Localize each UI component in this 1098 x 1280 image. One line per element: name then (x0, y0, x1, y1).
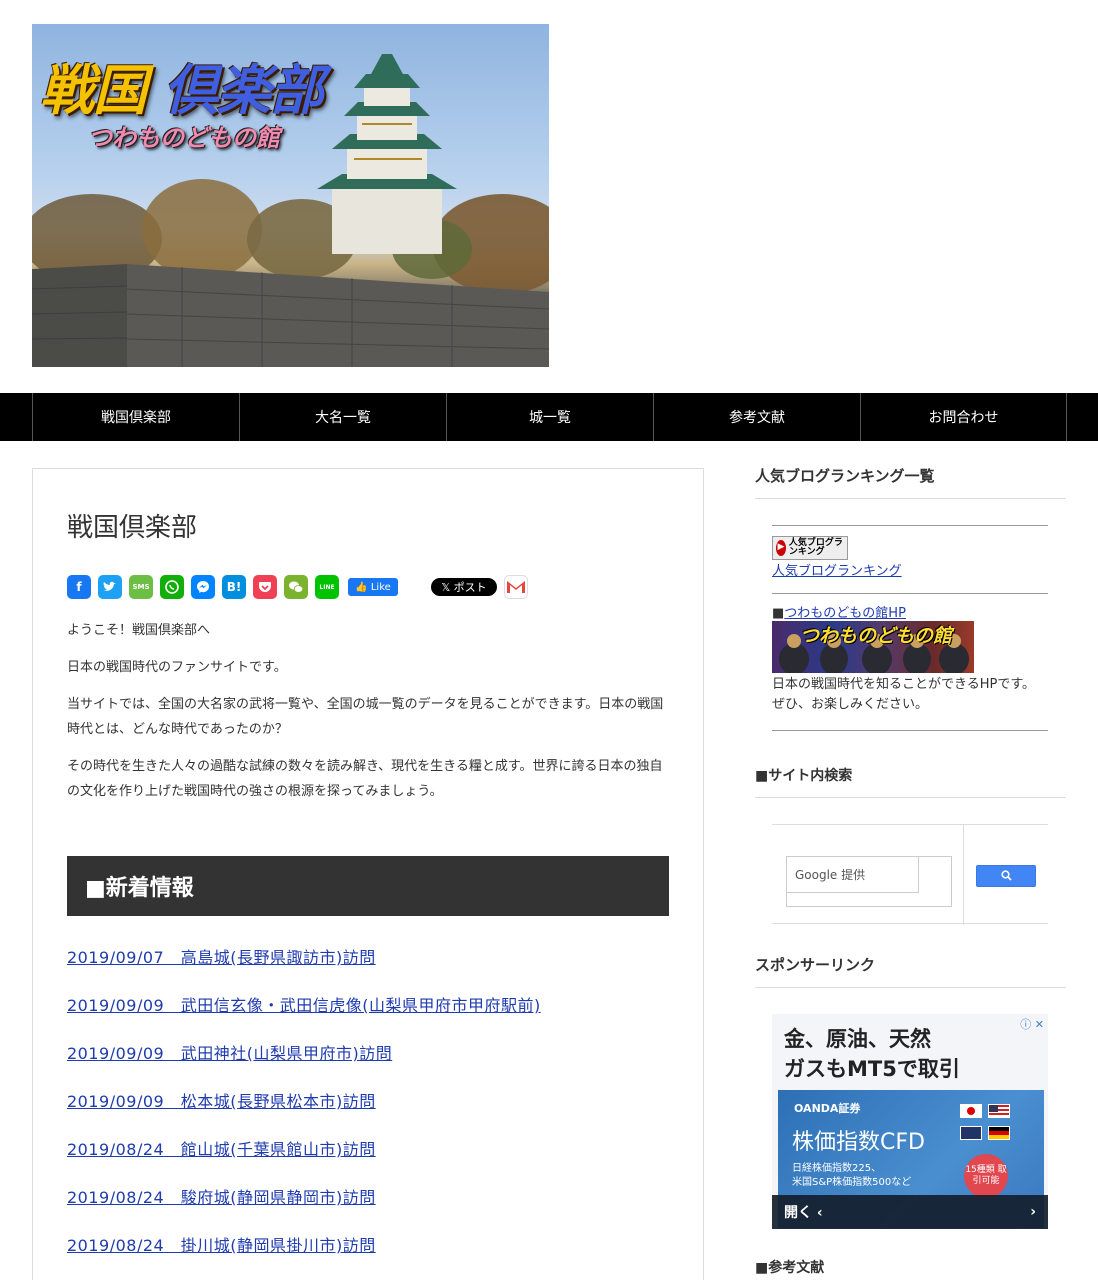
header-banner-image[interactable]: 戦国 倶楽部 つわものどもの館 (32, 24, 549, 367)
share-buttons: f SMS B! LINE 👍 Like 𝕏 ポスト (67, 574, 669, 600)
divider (772, 729, 1048, 731)
wechat-share-icon[interactable] (284, 575, 308, 599)
ad-headline-1: 金、原油、天然 (784, 1026, 931, 1051)
global-nav: 戦国倶楽部 大名一覧 城一覧 参考文献 お問合わせ (0, 393, 1098, 441)
ranking-heading: 人気ブログランキング一覧 (755, 465, 1066, 499)
main-article: 戦国倶楽部 f SMS B! LINE 👍 Like 𝕏 ポスト ようこそ！戦国… (32, 468, 704, 1280)
hp-link[interactable]: つわものどもの館HP (784, 606, 906, 621)
news-list: 2019/09/07 高島城(長野県諏訪市)訪問 2019/09/09 武田信玄… (67, 946, 669, 1280)
divider (963, 824, 964, 925)
thumbs-up-icon: 👍 (355, 581, 371, 593)
logo-part1: 戦国 (40, 59, 147, 122)
like-label: Like (370, 581, 391, 593)
hp-link-row: ■つわものどもの館HP (772, 602, 1048, 621)
germany-flag-icon (988, 1125, 1010, 1140)
search-input[interactable]: Google 提供 (786, 855, 952, 907)
site-search: Google 提供 (772, 823, 1048, 925)
news-heading: ■新着情報 (67, 856, 669, 916)
search-icon (1000, 870, 1012, 881)
gmail-share-icon[interactable] (504, 575, 528, 599)
facebook-like-button[interactable]: 👍 Like (348, 578, 398, 596)
ad-nav-bar: 開く ‹ › (772, 1194, 1048, 1229)
intro-purpose: その時代を生きた人々の過酷な試練の数々を読み解き、現代を生きる糧と成す。世界に誇… (67, 759, 663, 799)
post-label: ポスト (453, 581, 487, 594)
pocket-share-icon[interactable] (253, 575, 277, 599)
news-link[interactable]: 2019/08/24 掛川城(静岡県掛川市)訪問 (67, 1234, 669, 1280)
hp-banner-image[interactable]: つわものどもの館 (772, 620, 974, 673)
search-button[interactable] (976, 864, 1036, 887)
intro-fansite: 日本の戦国時代のファンサイトです。 (67, 660, 287, 675)
divider (772, 592, 1048, 594)
messenger-share-icon[interactable] (191, 575, 215, 599)
hatena-bookmark-icon[interactable]: B! (222, 575, 246, 599)
ranking-badge-wrap: ▶ 人気ブログランキング (772, 534, 1048, 560)
twitter-share-icon[interactable] (98, 575, 122, 599)
divider (772, 525, 1048, 526)
chevron-right-icon[interactable]: › (1030, 1204, 1036, 1220)
sponsored-ad[interactable]: ⓘ ✕ 金、原油、天然 ガスもMT5で取引 OANDA証券 株価指数CFD 日経… (772, 1013, 1048, 1229)
japan-flag-icon (960, 1103, 982, 1118)
ad-subtext: 日経株価指数225、 米国S&P株価指数500など (792, 1162, 911, 1190)
nav-item-references[interactable]: 参考文献 (653, 393, 860, 441)
nav-item-contact[interactable]: お問合わせ (860, 393, 1067, 441)
sponsor-heading: スポンサーリンク (755, 954, 1066, 988)
ranking-logo-icon: ▶ (776, 539, 786, 556)
ad-headline: 金、原油、天然 ガスもMT5で取引 (784, 1024, 960, 1084)
ranking-link-wrap: 人気ブログランキング (772, 560, 1048, 579)
nav-item-home[interactable]: 戦国倶楽部 (32, 393, 239, 441)
ad-bubble: 15種類 取引可能 (964, 1153, 1008, 1198)
line-share-icon[interactable]: LINE (315, 575, 339, 599)
x-logo-icon: 𝕏 (441, 580, 454, 594)
us-flag-icon (988, 1103, 1010, 1118)
ad-sub-2: 米国S&P株価指数500など (792, 1176, 912, 1188)
uk-flag-icon (960, 1125, 982, 1140)
facebook-share-icon[interactable]: f (67, 575, 91, 599)
sidebar: 人気ブログランキング一覧 ▶ 人気ブログランキング 人気ブログランキング ■つわ… (755, 465, 1066, 1280)
news-link[interactable]: 2019/09/09 松本城(長野県松本市)訪問 (67, 1090, 669, 1138)
x-post-button[interactable]: 𝕏 ポスト (431, 578, 497, 596)
sms-share-icon[interactable]: SMS (129, 575, 153, 599)
news-link[interactable]: 2019/09/07 高島城(長野県諏訪市)訪問 (67, 946, 669, 994)
chevron-left-icon: ‹ (816, 1204, 823, 1221)
search-heading: ■サイト内検索 (755, 765, 1066, 798)
ad-brand: OANDA証券 (794, 1101, 861, 1115)
hp-banner-text: つわものどもの館 (800, 624, 953, 647)
ad-info-close-icon[interactable]: ⓘ ✕ (1020, 1016, 1044, 1032)
ad-open-button[interactable]: 開く ‹ (784, 1202, 823, 1222)
logo-part2: 倶楽部 (163, 59, 324, 122)
hp-description: 日本の戦国時代を知ることができるHPです。ぜひ、お楽しみください。 (772, 676, 1036, 712)
ad-title: 株価指数CFD (792, 1129, 925, 1155)
intro-description: 当サイトでは、全国の大名家の武将一覧や、全国の城一覧のデータを見ることができます… (67, 697, 664, 737)
nav-item-daimyo-list[interactable]: 大名一覧 (239, 393, 446, 441)
intro-welcome: ようこそ！戦国倶楽部へ (67, 623, 211, 638)
news-link[interactable]: 2019/09/09 武田信玄像・武田信虎像(山梨県甲府市甲府駅前) (67, 994, 669, 1042)
news-link[interactable]: 2019/09/09 武田神社(山梨県甲府市)訪問 (67, 1042, 669, 1090)
site-logo-subtitle: つわものどもの館 (88, 124, 280, 152)
ranking-link[interactable]: 人気ブログランキング (772, 564, 902, 579)
nav-item-castle-list[interactable]: 城一覧 (446, 393, 653, 441)
ad-headline-2: ガスもMT5で取引 (784, 1056, 960, 1081)
whatsapp-share-icon[interactable] (160, 575, 184, 599)
hp-bullet: ■ (772, 605, 785, 621)
news-link[interactable]: 2019/08/24 館山城(千葉県館山市)訪問 (67, 1138, 669, 1186)
ranking-badge-text: 人気ブログランキング (788, 537, 843, 557)
ranking-badge[interactable]: ▶ 人気ブログランキング (772, 535, 848, 560)
ranking-widget: ▶ 人気ブログランキング 人気ブログランキング ■つわものどもの館HP つわもの… (772, 525, 1048, 731)
news-link[interactable]: 2019/08/24 駿府城(静岡県静岡市)訪問 (67, 1186, 669, 1234)
ad-open-label: 開く (784, 1204, 812, 1221)
site-logo: 戦国 倶楽部 (40, 46, 324, 125)
ad-sub-1: 日経株価指数225、 (792, 1162, 882, 1174)
search-placeholder: Google 提供 (795, 867, 866, 882)
references-heading: ■参考文献 (755, 1259, 825, 1276)
page-title: 戦国倶楽部 (67, 513, 198, 543)
